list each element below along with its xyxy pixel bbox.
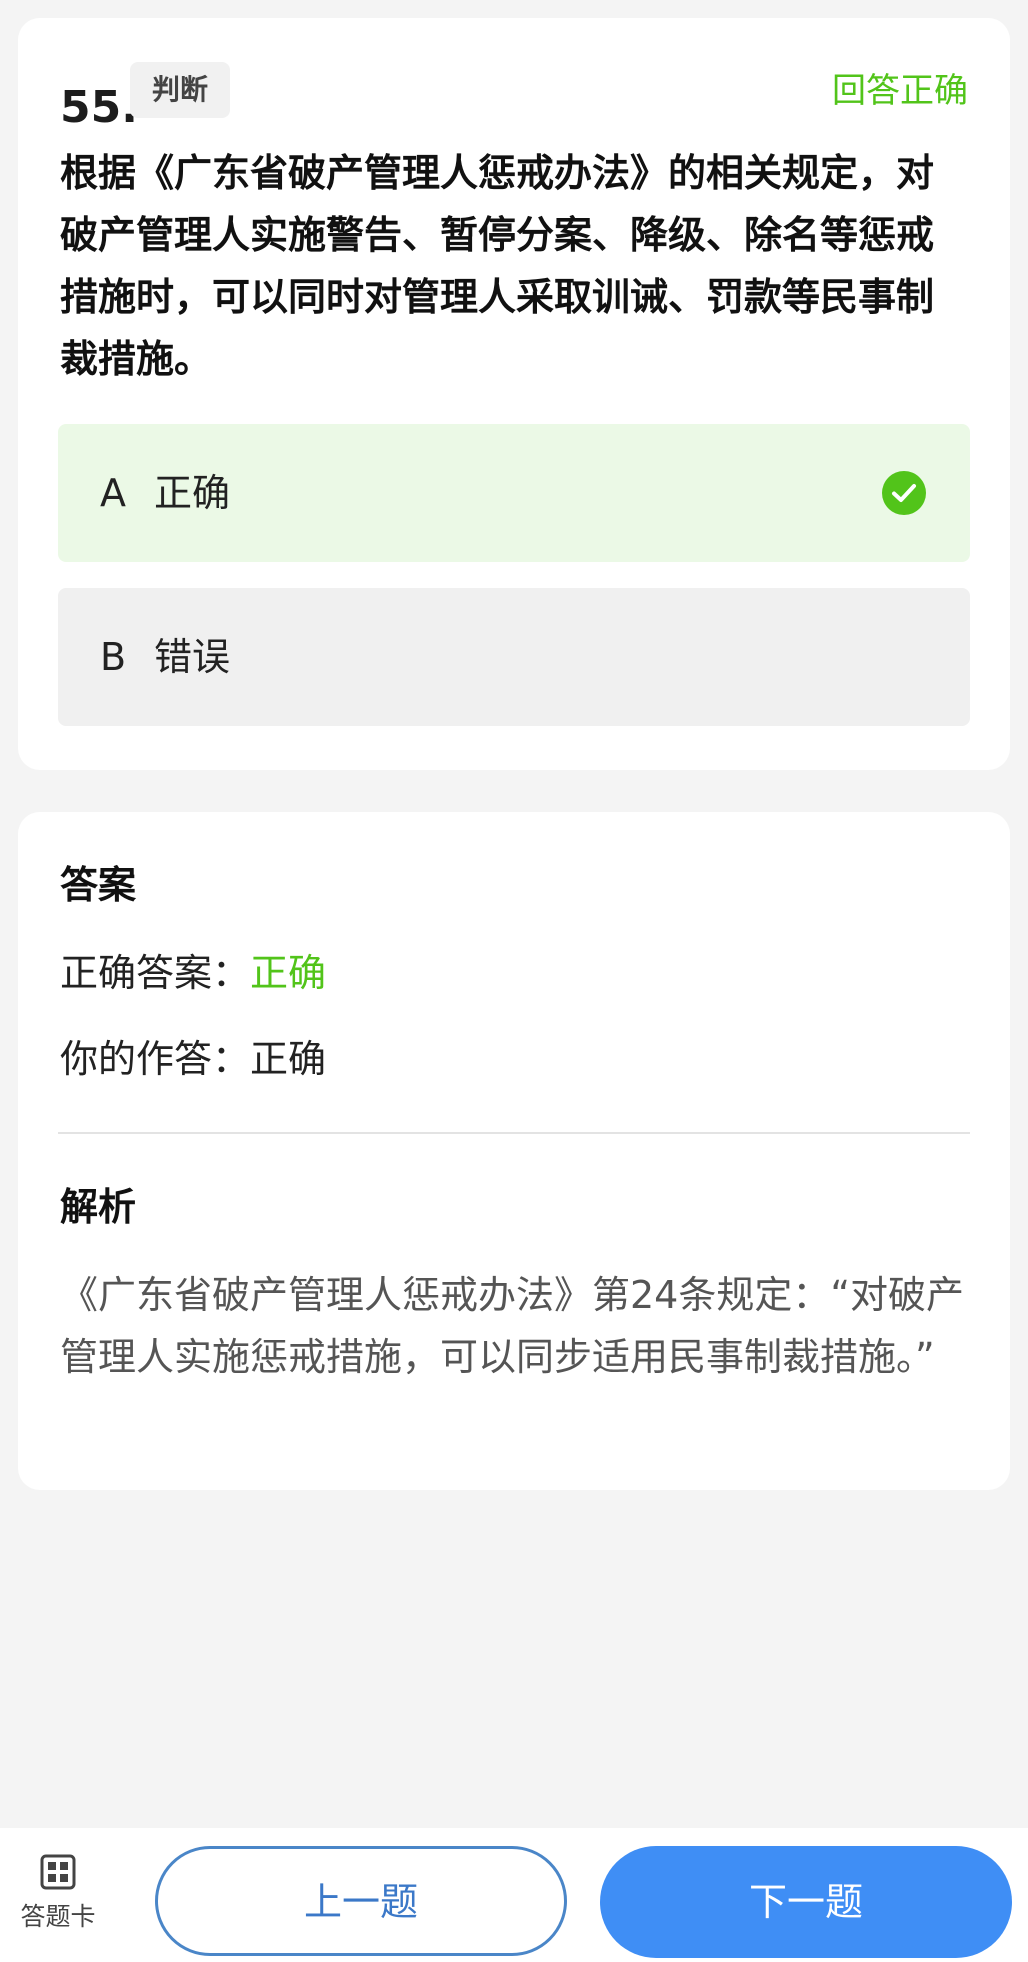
- analysis-section-title: 解析: [60, 1185, 137, 1229]
- correct-answer-label: 正确答案：: [60, 951, 251, 995]
- option-a[interactable]: A 正确: [58, 424, 970, 562]
- divider: [58, 1132, 970, 1134]
- question-type-badge: 判断: [130, 62, 231, 118]
- previous-question-button[interactable]: 上一题: [155, 1846, 567, 1956]
- your-answer-row: 你的作答：正确: [60, 1032, 326, 1086]
- option-letter: A: [100, 471, 126, 515]
- answer-card-button[interactable]: 答题卡: [10, 1854, 106, 1944]
- analysis-text: 《广东省破产管理人惩戒办法》第24条规定：“对破产管理人实施惩戒措施，可以同步适…: [60, 1273, 965, 1379]
- correct-answer-row: 正确答案：正确: [60, 946, 326, 1000]
- question-stem: 根据《广东省破产管理人惩戒办法》的相关规定，对破产管理人实施警告、暂停分案、降级…: [60, 151, 935, 381]
- answer-status: 回答正确: [832, 71, 968, 111]
- answer-card-label: 答题卡: [20, 1902, 96, 1931]
- answer-section-title: 答案: [60, 863, 137, 907]
- bottom-navigation-bar: 答题卡 上一题 下一题: [0, 1828, 1028, 1962]
- answer-card-panel: 答案 正确答案：正确 你的作答：正确 解析 《广东省破产管理人惩戒办法》第24条…: [18, 812, 1010, 1490]
- option-b[interactable]: B 错误: [58, 588, 970, 726]
- question-card: 55. 判断 回答正确 根据《广东省破产管理人惩戒办法》的相关规定，对破产管理人…: [18, 18, 1010, 770]
- your-answer-value: 正确: [250, 1037, 327, 1081]
- option-text: 正确: [154, 471, 231, 515]
- option-text: 错误: [154, 635, 231, 679]
- option-letter: B: [100, 635, 127, 679]
- your-answer-label: 你的作答：: [60, 1037, 251, 1081]
- next-question-button[interactable]: 下一题: [600, 1846, 1012, 1958]
- correct-answer-value: 正确: [250, 951, 327, 995]
- question-number: 55.: [60, 82, 138, 133]
- grid-icon: [40, 1854, 76, 1890]
- check-circle-icon: [882, 471, 926, 515]
